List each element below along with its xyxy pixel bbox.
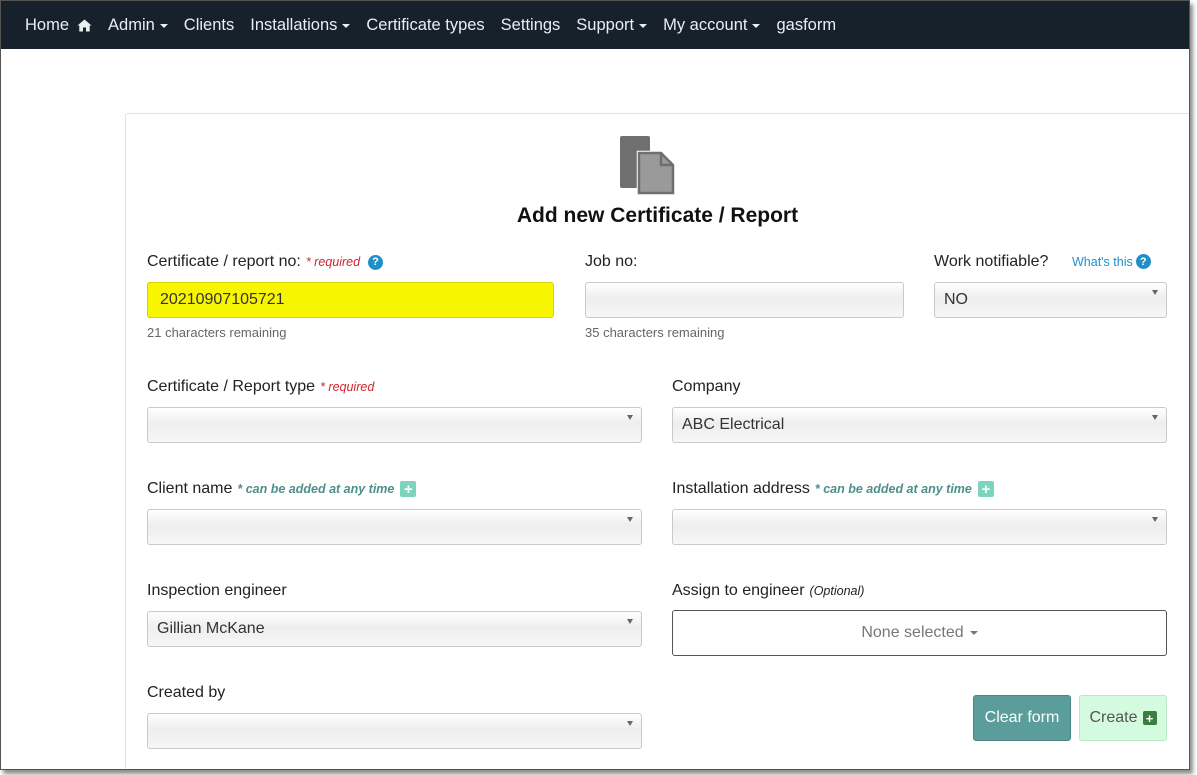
client-name-select[interactable] bbox=[147, 509, 642, 545]
work-notifiable-select[interactable]: NO bbox=[934, 282, 1167, 318]
client-name-label-text: Client name bbox=[147, 480, 233, 497]
caret-down-icon bbox=[639, 23, 648, 28]
nav-installations[interactable]: Installations bbox=[250, 15, 351, 35]
installation-address-label-text: Installation address bbox=[672, 480, 810, 497]
nav-gasform[interactable]: gasform bbox=[776, 16, 836, 35]
caret-down-icon bbox=[1152, 517, 1158, 522]
inspection-engineer-value: Gillian McKane bbox=[157, 620, 265, 637]
caret-down-icon bbox=[627, 721, 633, 726]
can-add-anytime-note: * can be added at any time bbox=[814, 482, 972, 496]
caret-down-icon bbox=[1152, 415, 1158, 420]
inspection-engineer-label-text: Inspection engineer bbox=[147, 582, 287, 599]
company-select[interactable]: ABC Electrical bbox=[672, 407, 1167, 443]
required-marker: * required bbox=[320, 380, 375, 394]
cert-type-label: Certificate / Report type * required bbox=[147, 378, 374, 396]
inspection-engineer-label: Inspection engineer bbox=[147, 582, 287, 600]
caret-down-icon bbox=[752, 23, 761, 28]
add-icon: + bbox=[1142, 711, 1157, 725]
help-icon: ? bbox=[1135, 254, 1151, 269]
created-by-label-text: Created by bbox=[147, 684, 226, 701]
whats-this-text: What's this bbox=[1072, 254, 1133, 269]
clear-form-label: Clear form bbox=[984, 709, 1060, 726]
caret-down-icon bbox=[969, 631, 978, 635]
job-no-input[interactable] bbox=[585, 282, 904, 318]
caret-down-icon bbox=[627, 415, 633, 420]
nav-home[interactable]: Home bbox=[25, 16, 92, 35]
caret-down-icon bbox=[342, 23, 351, 28]
optional-marker: (Optional) bbox=[809, 584, 865, 598]
work-notifiable-value: NO bbox=[944, 291, 968, 308]
created-by-label: Created by bbox=[147, 684, 225, 702]
nav-support-label: Support bbox=[576, 15, 635, 34]
create-label: Create bbox=[1089, 709, 1138, 726]
cert-type-select[interactable] bbox=[147, 407, 642, 443]
caret-down-icon bbox=[1152, 290, 1158, 295]
nav-installations-label: Installations bbox=[250, 15, 338, 34]
work-notifiable-label: Work notifiable? bbox=[934, 253, 1048, 271]
created-by-select[interactable] bbox=[147, 713, 642, 749]
cert-type-label-text: Certificate / Report type bbox=[147, 378, 316, 395]
help-icon[interactable]: ? bbox=[368, 254, 384, 270]
whats-this-link[interactable]: What's this ? bbox=[1072, 254, 1151, 269]
job-no-label-text: Job no: bbox=[585, 253, 638, 270]
add-icon[interactable]: + bbox=[400, 481, 417, 497]
assign-engineer-multiselect[interactable]: None selected bbox=[672, 610, 1167, 656]
nav-my-account-label: My account bbox=[663, 15, 748, 34]
nav-certificate-types-label: Certificate types bbox=[366, 15, 485, 34]
nav-home-label: Home bbox=[25, 15, 70, 34]
work-notifiable-label-text: Work notifiable? bbox=[934, 253, 1049, 270]
assign-engineer-label: Assign to engineer (Optional) bbox=[672, 582, 864, 600]
create-button[interactable]: Create + bbox=[1079, 695, 1167, 741]
can-add-anytime-note: * can be added at any time bbox=[237, 482, 395, 496]
client-name-label: Client name * can be added at any time + bbox=[147, 480, 417, 498]
company-label-text: Company bbox=[672, 378, 741, 395]
company-label: Company bbox=[672, 378, 740, 396]
assign-engineer-label-text: Assign to engineer bbox=[672, 582, 805, 599]
add-icon[interactable]: + bbox=[977, 481, 994, 497]
nav-gasform-label: gasform bbox=[776, 15, 837, 34]
installation-address-label: Installation address * can be added at a… bbox=[672, 480, 994, 498]
cert-no-label: Certificate / report no: * required ? bbox=[147, 253, 384, 271]
company-value: ABC Electrical bbox=[682, 416, 785, 433]
required-marker: * required bbox=[305, 255, 361, 269]
nav-support[interactable]: Support bbox=[576, 15, 648, 35]
nav-clients[interactable]: Clients bbox=[184, 16, 234, 35]
assign-engineer-value: None selected bbox=[861, 624, 964, 641]
nav-settings-label: Settings bbox=[500, 15, 561, 34]
installation-address-select[interactable] bbox=[672, 509, 1167, 545]
nav-certificate-types[interactable]: Certificate types bbox=[366, 16, 484, 35]
cert-no-label-text: Certificate / report no: bbox=[147, 253, 301, 270]
nav-my-account[interactable]: My account bbox=[663, 15, 761, 35]
caret-down-icon bbox=[627, 517, 633, 522]
form-card: Add new Certificate / Report Certificate… bbox=[125, 113, 1189, 769]
top-navbar: Home Admin Clients Installations Certifi… bbox=[1, 1, 1189, 49]
inspection-engineer-select[interactable]: Gillian McKane bbox=[147, 611, 642, 647]
job-no-hint: 35 characters remaining bbox=[585, 325, 725, 340]
nav-settings[interactable]: Settings bbox=[501, 16, 561, 35]
clear-form-button[interactable]: Clear form bbox=[973, 695, 1071, 741]
nav-admin-label: Admin bbox=[108, 15, 155, 34]
nav-clients-label: Clients bbox=[183, 15, 235, 34]
job-no-label: Job no: bbox=[585, 253, 637, 271]
caret-down-icon bbox=[159, 23, 168, 28]
document-icon bbox=[620, 136, 676, 196]
caret-down-icon bbox=[627, 619, 633, 624]
browser-frame: Home Admin Clients Installations Certifi… bbox=[0, 0, 1190, 770]
home-icon bbox=[77, 19, 92, 31]
page-title: Add new Certificate / Report bbox=[516, 204, 799, 227]
nav-admin[interactable]: Admin bbox=[108, 16, 168, 35]
cert-no-hint: 21 characters remaining bbox=[147, 325, 287, 340]
cert-no-input[interactable]: 20210907105721 bbox=[147, 282, 554, 318]
